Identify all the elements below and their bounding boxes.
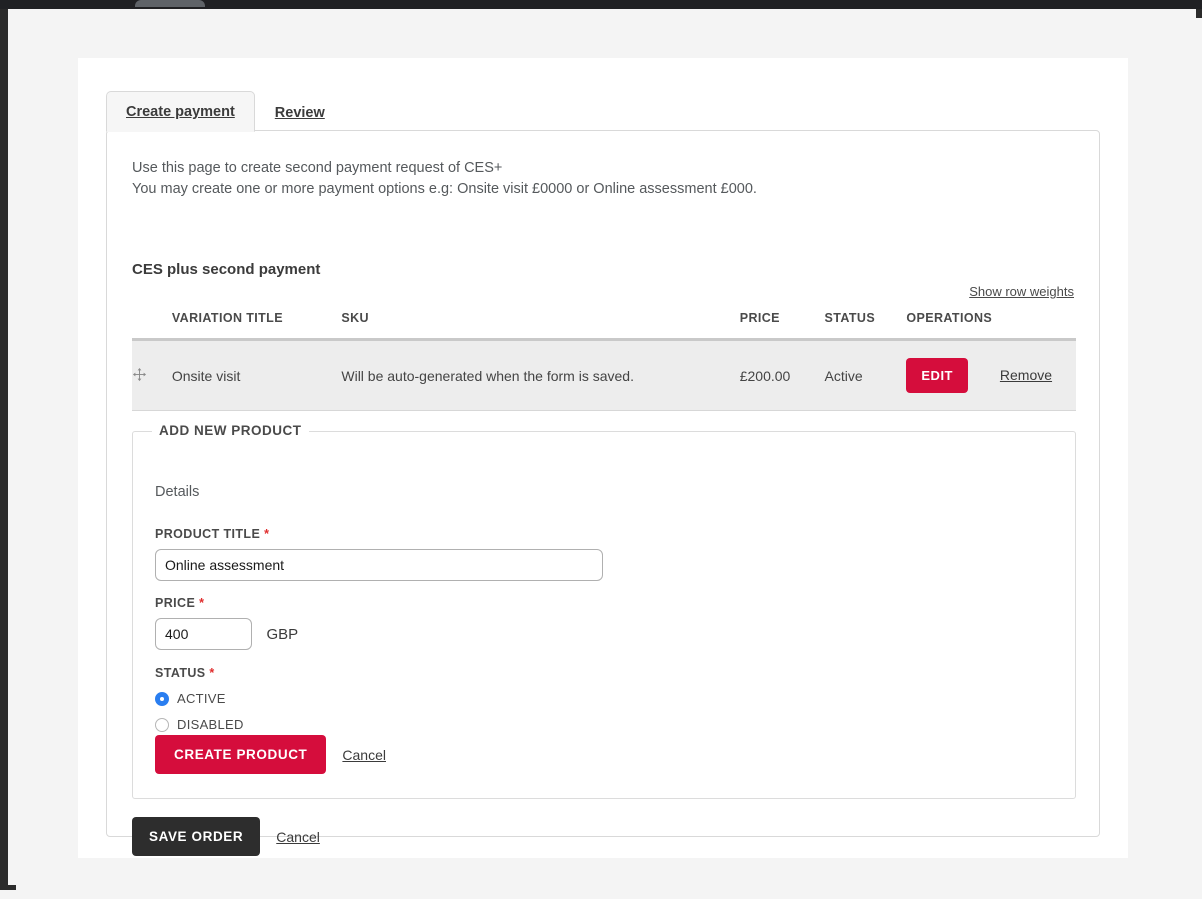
intro-line-2: You may create one or more payment optio… bbox=[132, 181, 757, 197]
remove-link[interactable]: Remove bbox=[1000, 367, 1052, 383]
status-required-marker: * bbox=[209, 666, 215, 680]
status-label-text: STATUS bbox=[155, 666, 206, 680]
products-table: VARIATION TITLE SKU PRICE STATUS OPERATI… bbox=[132, 303, 1076, 411]
table-row: Onsite visit Will be auto-generated when… bbox=[132, 339, 1076, 411]
create-product-cancel-link[interactable]: Cancel bbox=[342, 747, 386, 763]
show-row-weights-link[interactable]: Show row weights bbox=[969, 284, 1074, 299]
table-header-row: VARIATION TITLE SKU PRICE STATUS OPERATI… bbox=[132, 303, 1076, 341]
fieldset-legend: ADD NEW PRODUCT bbox=[152, 423, 309, 438]
product-title-label-text: PRODUCT TITLE bbox=[155, 527, 261, 541]
status-label: STATUS * bbox=[155, 666, 244, 680]
status-option-disabled[interactable]: DISABLED bbox=[155, 717, 244, 732]
tab-review-label: Review bbox=[274, 105, 325, 121]
form-actions: SAVE ORDER Cancel bbox=[132, 817, 320, 856]
row-variation-title: Onsite visit bbox=[171, 339, 342, 411]
column-header-status: STATUS bbox=[824, 303, 907, 341]
browser-window-frame: Create payment Review Use this page to c… bbox=[0, 9, 1202, 894]
column-header-price: PRICE bbox=[739, 303, 825, 341]
column-header-sku: SKU bbox=[341, 303, 740, 341]
row-sku: Will be auto-generated when the form is … bbox=[341, 339, 740, 411]
product-title-field-group: PRODUCT TITLE * bbox=[155, 527, 603, 581]
products-table-body: Onsite visit Will be auto-generated when… bbox=[132, 339, 1076, 411]
tab-review[interactable]: Review bbox=[255, 92, 345, 132]
row-price: £200.00 bbox=[739, 339, 825, 411]
price-required-marker: * bbox=[199, 596, 205, 610]
price-label: PRICE * bbox=[155, 596, 298, 610]
row-drag-cell[interactable] bbox=[132, 339, 172, 411]
price-input[interactable] bbox=[155, 618, 252, 650]
price-field-group: PRICE * GBP bbox=[155, 596, 298, 650]
product-title-input[interactable] bbox=[155, 549, 603, 581]
tab-create-payment[interactable]: Create payment bbox=[106, 91, 255, 132]
intro-line-1: Use this page to create second payment r… bbox=[132, 160, 503, 176]
save-order-button[interactable]: SAVE ORDER bbox=[132, 817, 261, 856]
status-option-disabled-label: DISABLED bbox=[177, 717, 244, 732]
currency-label: GBP bbox=[266, 625, 299, 643]
price-label-text: PRICE bbox=[155, 596, 196, 610]
radio-disabled-icon[interactable] bbox=[155, 717, 169, 732]
product-title-label: PRODUCT TITLE * bbox=[155, 527, 603, 541]
page-canvas: Create payment Review Use this page to c… bbox=[78, 58, 1128, 858]
products-table-head: VARIATION TITLE SKU PRICE STATUS OPERATI… bbox=[132, 303, 1076, 341]
add-new-product-fieldset: ADD NEW PRODUCT Details PRODUCT TITLE * bbox=[132, 423, 1076, 799]
product-title-required-marker: * bbox=[264, 527, 270, 541]
intro-text: Use this page to create second payment r… bbox=[132, 158, 757, 200]
row-status: Active bbox=[824, 339, 907, 411]
row-operations: EDIT Remove bbox=[906, 339, 1076, 411]
create-product-button[interactable]: CREATE PRODUCT bbox=[155, 735, 327, 774]
status-option-active-label: ACTIVE bbox=[177, 691, 226, 706]
price-input-row: GBP bbox=[155, 610, 298, 650]
status-option-active[interactable]: ACTIVE bbox=[155, 691, 244, 706]
browser-chrome-bar bbox=[0, 0, 1202, 9]
save-order-cancel-link[interactable]: Cancel bbox=[276, 829, 320, 845]
details-label: Details bbox=[155, 484, 200, 500]
edit-button[interactable]: EDIT bbox=[906, 358, 969, 393]
page-viewport: Create payment Review Use this page to c… bbox=[16, 18, 1202, 894]
tab-create-payment-label: Create payment bbox=[126, 104, 235, 120]
browser-tab-stub[interactable] bbox=[135, 0, 205, 7]
create-payment-panel: Use this page to create second payment r… bbox=[106, 130, 1100, 856]
fieldset-actions: CREATE PRODUCT Cancel bbox=[155, 735, 386, 774]
drag-move-icon[interactable] bbox=[132, 367, 147, 382]
status-field-group: STATUS * ACTIVE DISABLED bbox=[155, 666, 244, 732]
radio-active-icon[interactable] bbox=[155, 691, 169, 706]
section-title: CES plus second payment bbox=[132, 261, 321, 278]
column-header-operations: OPERATIONS bbox=[906, 303, 1076, 341]
tab-bar: Create payment Review bbox=[106, 90, 345, 132]
column-header-handle bbox=[132, 303, 172, 341]
column-header-variation-title: VARIATION TITLE bbox=[171, 303, 342, 341]
